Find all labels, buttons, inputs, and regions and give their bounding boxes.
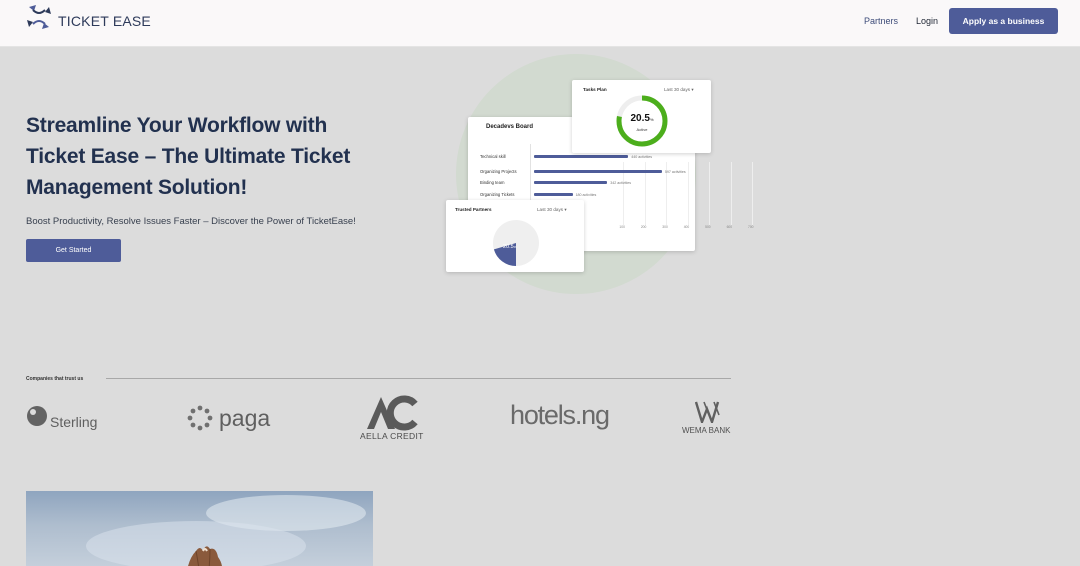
- brand-name[interactable]: TICKET EASE: [58, 13, 151, 29]
- board-tick-label: 100: [619, 225, 625, 229]
- board-row-label: Binding team: [480, 180, 505, 185]
- board-bar-value: 597 activities: [664, 169, 686, 174]
- board-bar-value: 440 activities: [631, 154, 653, 159]
- trusted-partners-range-dropdown[interactable]: Last 30 days ▾: [537, 207, 567, 213]
- board-tick-label: 500: [705, 225, 711, 229]
- board-bar: [534, 170, 662, 173]
- nav-partners-link[interactable]: Partners: [864, 16, 898, 26]
- trust-section-label: Companies that trust us: [26, 376, 84, 382]
- wema-wordmark: WEMA BANK: [682, 426, 731, 435]
- board-row-label: Organizing Tickets: [480, 192, 515, 197]
- board-bar: [534, 181, 608, 184]
- ticket-ease-logo-icon[interactable]: [24, 2, 54, 32]
- trusted-partners-title: Trusted Partners: [455, 207, 492, 212]
- paga-wordmark: paga: [219, 405, 271, 431]
- board-tick-label: 200: [640, 225, 647, 229]
- board-bar: [534, 155, 629, 158]
- aella-ac-icon: [367, 395, 418, 431]
- board-gridline: [709, 162, 711, 225]
- wema-w-icon: [695, 401, 720, 423]
- board-tick-label: 300: [662, 225, 668, 229]
- trusted-partners-pie: 20.5%: [493, 220, 539, 266]
- tasks-plan-value: 20.5%: [630, 113, 654, 124]
- sterling-dot-icon: [27, 406, 47, 426]
- top-navbar: TICKET EASE Partners Login Apply as a bu…: [0, 0, 1080, 47]
- board-gridline: [730, 162, 732, 225]
- trust-divider: [106, 378, 731, 379]
- sterling-wordmark: Sterling: [50, 414, 98, 430]
- nav-login-link[interactable]: Login: [916, 16, 938, 26]
- hero-subtitle: Boost Productivity, Resolve Issues Faste…: [26, 216, 356, 227]
- board-row-label: Organizing Projects: [480, 169, 517, 174]
- tasks-plan-title: Tasks Plan: [583, 87, 607, 92]
- hands-image: [188, 546, 222, 566]
- board-tick-label: 600: [726, 225, 733, 229]
- trusted-partners-card: Trusted Partners Last 30 days ▾ 20.5%: [446, 200, 584, 272]
- aella-wordmark: AELLA CREDIT: [360, 431, 424, 441]
- board-gridline: [687, 162, 689, 225]
- tasks-plan-label: Active: [636, 127, 648, 132]
- apply-as-business-button[interactable]: Apply as a business: [949, 8, 1058, 34]
- get-started-button[interactable]: Get Started: [26, 239, 121, 262]
- hero-title: Streamline Your Workflow with Ticket Eas…: [26, 114, 351, 199]
- paga-dots-icon: [187, 405, 213, 431]
- board-bar: [534, 193, 573, 196]
- board-row-label: Technical skill: [480, 154, 506, 159]
- board-bar-value: 180 activities: [575, 192, 597, 197]
- board-tick-label: 400: [683, 225, 690, 229]
- board-gridline: [752, 162, 753, 225]
- hotelsng-wordmark: hotels.ng: [510, 400, 610, 430]
- board-title: Decadevs Board: [486, 124, 534, 130]
- board-tick-label: 700: [748, 225, 754, 229]
- hero-photo-hands: [26, 491, 373, 566]
- tasks-plan-card: Tasks Plan Last 30 days ▾ 20.5% Active: [572, 80, 711, 153]
- board-bar-value: 342 activities: [610, 180, 632, 185]
